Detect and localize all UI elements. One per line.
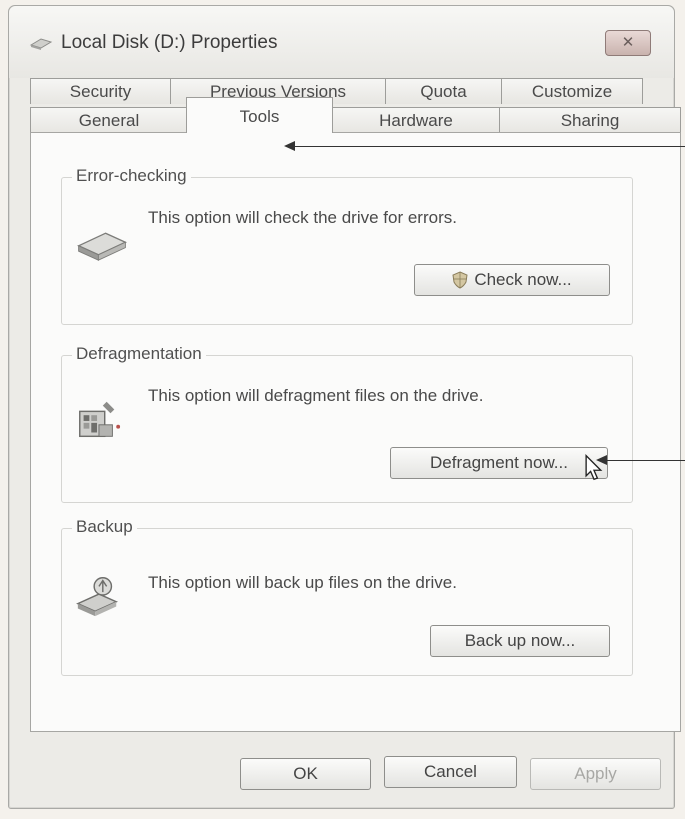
tab-label: Hardware: [379, 110, 453, 130]
button-label: Apply: [574, 764, 617, 783]
group-description: This option will back up files on the dr…: [148, 573, 457, 592]
tab-general[interactable]: General: [30, 107, 188, 133]
defrag-icon: [79, 401, 121, 438]
tab-label: Tools: [239, 107, 280, 126]
shield-icon: [452, 271, 468, 289]
backup-group: Backup This option will back up files on…: [61, 517, 633, 676]
apply-button[interactable]: Apply: [530, 758, 661, 790]
cancel-button[interactable]: Cancel: [384, 756, 517, 788]
group-title: Error-checking: [72, 166, 191, 186]
tools-tab-pointer-line: [292, 146, 685, 147]
button-label: Back up now...: [464, 631, 576, 650]
close-icon: ✕: [621, 34, 635, 51]
defragmentation-group: Defragmentation This option will defragm…: [61, 344, 633, 503]
hard-drive-icon: [76, 232, 128, 261]
back-up-now-button[interactable]: Back up now...: [430, 625, 610, 657]
tab-label: Customize: [531, 81, 613, 101]
tab-hardware[interactable]: Hardware: [331, 107, 501, 133]
defragment-now-button[interactable]: Defragment now...: [390, 447, 608, 479]
mouse-cursor-icon: [585, 454, 603, 481]
group-description: This option will check the drive for err…: [148, 208, 457, 227]
button-label: Defragment now...: [430, 453, 568, 472]
error-checking-group: Error-checking This option will check th…: [61, 166, 633, 325]
check-now-button[interactable]: Check now...: [414, 264, 610, 296]
button-label: OK: [293, 764, 318, 783]
tab-security[interactable]: Security: [30, 78, 171, 104]
tab-label: General: [78, 110, 140, 130]
ok-button[interactable]: OK: [240, 758, 371, 790]
group-title: Defragmentation: [72, 344, 206, 364]
tools-tab-panel: Error-checking This option will check th…: [30, 132, 681, 732]
group-description: This option will defragment files on the…: [148, 386, 484, 405]
backup-icon: [76, 577, 118, 617]
button-label: Check now...: [474, 270, 572, 289]
group-title: Backup: [72, 517, 137, 537]
window-title: Local Disk (D:) Properties: [61, 32, 278, 53]
title-bar[interactable]: Local Disk (D:) Properties ✕: [9, 6, 674, 78]
drive-icon: [29, 38, 53, 50]
button-label: Cancel: [424, 762, 477, 781]
tab-customize[interactable]: Customize: [501, 78, 643, 104]
tab-label: Quota: [420, 81, 467, 101]
tab-tools[interactable]: Tools: [186, 97, 333, 133]
close-button[interactable]: ✕: [605, 30, 651, 56]
tab-label: Sharing: [560, 110, 620, 130]
defragment-pointer-line: [604, 460, 685, 461]
tab-sharing[interactable]: Sharing: [499, 107, 681, 133]
tab-label: Security: [69, 81, 132, 101]
tab-quota[interactable]: Quota: [385, 78, 502, 104]
